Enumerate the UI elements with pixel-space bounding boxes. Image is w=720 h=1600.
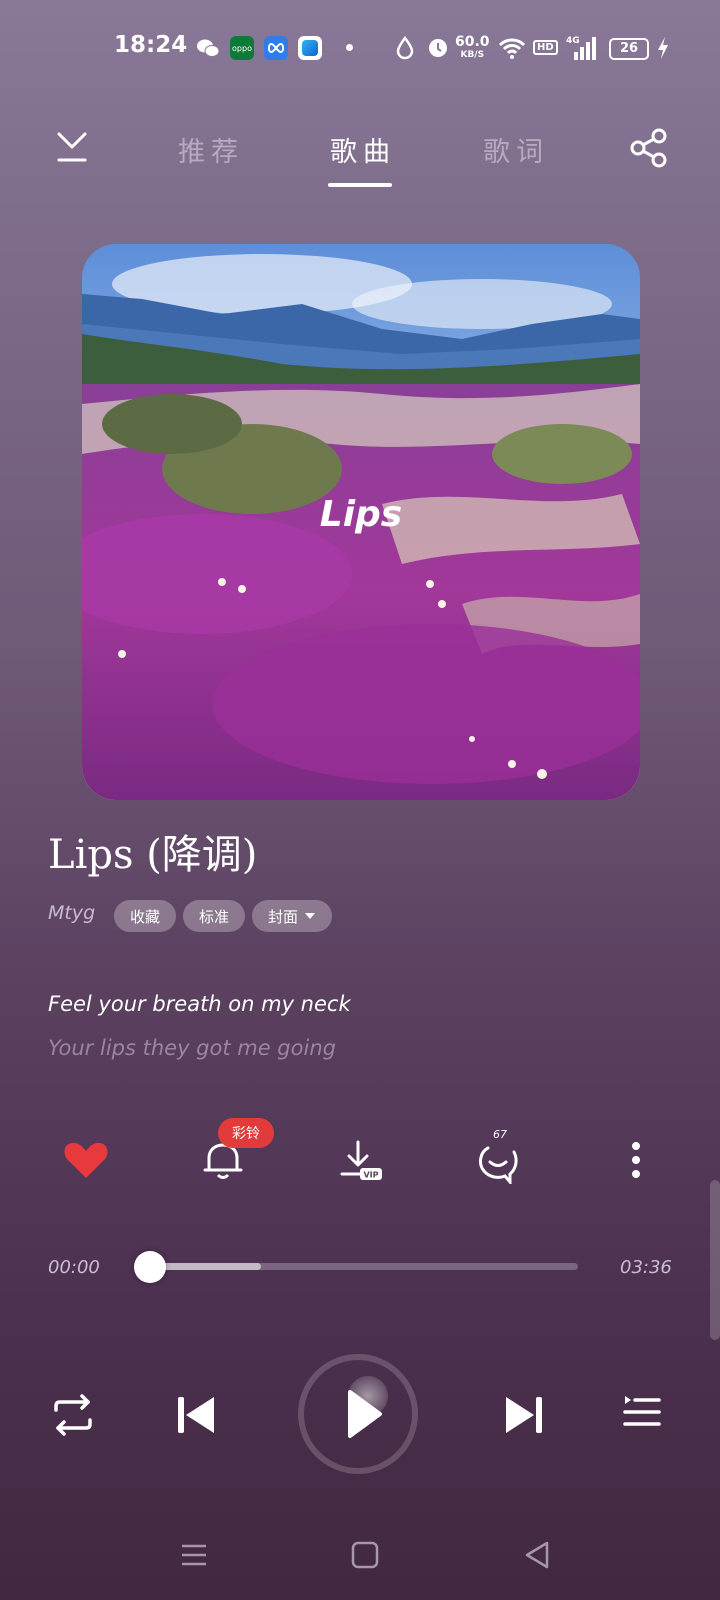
song-title: Lips (降调) [48,832,258,878]
share-icon[interactable] [629,128,669,168]
status-bar: 18:24 oppo 60.0 KB/S HD 4G 26 [0,0,720,96]
repeat-icon[interactable] [46,1388,100,1442]
signal-icon [574,37,596,60]
tab-recommend[interactable]: 推荐 [178,130,244,169]
progress-track[interactable] [150,1263,578,1270]
status-time: 18:24 [114,32,188,58]
collapse-down-icon[interactable] [56,130,88,164]
battery-indicator: 26 [609,38,649,60]
progress-knob[interactable] [134,1251,166,1283]
tab-lyrics[interactable]: 歌词 [483,130,549,169]
wechat-icon [196,36,220,60]
dropdown-triangle-icon [305,913,315,919]
more-options-icon[interactable] [612,1136,660,1184]
ringtone-badge[interactable]: 彩铃 [218,1118,274,1148]
album-cover[interactable]: Lips [82,244,640,800]
home-nav-icon[interactable] [348,1538,382,1572]
lyric-next-line[interactable]: Your lips they got me going [48,1036,336,1060]
side-drawer-handle[interactable] [710,1180,720,1340]
artist-name[interactable]: Mtyg [48,902,95,924]
next-track-icon[interactable] [496,1388,550,1442]
chip-cover[interactable]: 封面 [252,900,332,932]
water-drop-icon [396,36,414,60]
chip-cover-label: 封面 [267,907,298,926]
chip-collect[interactable]: 收藏 [114,900,176,932]
infinity-icon [264,36,288,60]
lyric-current-line[interactable]: Feel your breath on my neck [48,992,351,1016]
elapsed-time: 00:00 [48,1257,100,1278]
hd-badge: HD [533,40,558,55]
playlist-icon[interactable] [621,1388,675,1442]
comment-count: 67 [493,1128,507,1141]
buffer-fill [150,1263,262,1270]
menu-nav-icon[interactable] [177,1538,211,1572]
heart-icon[interactable] [62,1136,110,1184]
charging-icon [658,37,668,59]
download-vip-icon[interactable]: VIP [336,1136,384,1184]
svg-text:VIP: VIP [363,1171,378,1180]
comment-icon[interactable] [474,1136,522,1184]
total-duration: 03:36 [620,1257,672,1278]
play-icon[interactable] [342,1388,386,1440]
wifi-icon [498,38,526,59]
alarm-icon [429,39,447,57]
previous-track-icon[interactable] [170,1388,224,1442]
back-nav-icon[interactable] [520,1538,554,1572]
net-speed: 60.0 KB/S [455,34,490,60]
tab-song[interactable]: 歌曲 [330,130,396,169]
active-tab-indicator [328,183,392,187]
app-icon [298,36,322,60]
chip-quality[interactable]: 标准 [183,900,245,932]
notification-dot [346,44,353,51]
cover-title: Lips [319,494,403,535]
oppo-icon: oppo [230,36,254,60]
